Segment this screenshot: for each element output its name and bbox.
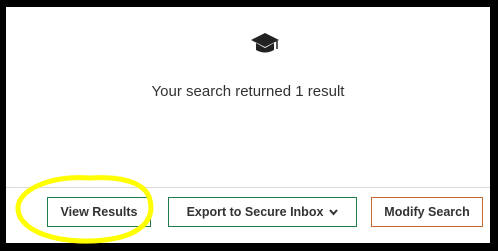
graduation-cap-icon [251, 33, 279, 53]
export-to-secure-inbox-button[interactable]: Export to Secure Inbox [168, 197, 357, 227]
search-results-panel: Your search returned 1 result View Resul… [6, 7, 490, 243]
results-summary-text: Your search returned 1 result [151, 83, 345, 100]
export-label: Export to Secure Inbox [186, 205, 324, 219]
modify-search-label: Modify Search [384, 205, 470, 219]
modify-search-button[interactable]: Modify Search [371, 197, 483, 227]
view-results-button[interactable]: View Results [47, 197, 151, 227]
divider [6, 187, 490, 188]
view-results-label: View Results [60, 205, 138, 219]
chevron-down-icon [329, 208, 339, 216]
